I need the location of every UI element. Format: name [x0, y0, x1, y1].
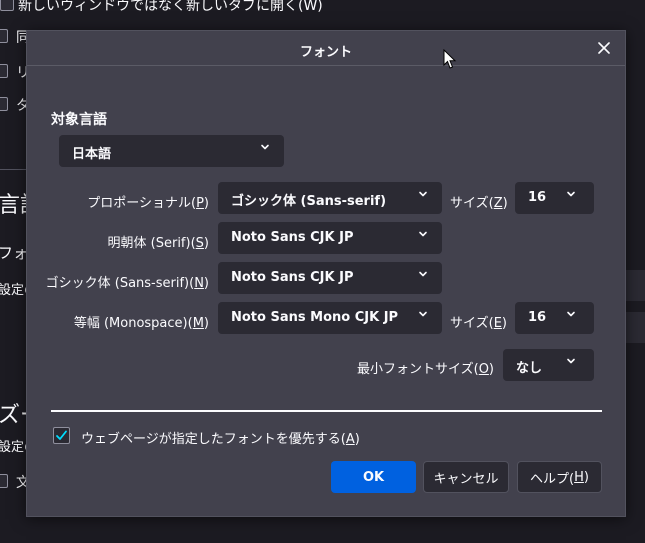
min-font-size-select[interactable]: なし — [503, 349, 594, 381]
chevron-down-icon — [567, 311, 575, 317]
dialog-header: フォント — [27, 31, 625, 66]
chevron-down-icon — [261, 144, 269, 150]
proportional-size-value: 16 — [528, 190, 547, 205]
ok-button[interactable]: OK — [331, 461, 416, 493]
language-select[interactable]: 日本語 — [59, 135, 284, 167]
close-button[interactable] — [593, 37, 615, 59]
serif-select-value: Noto Sans CJK JP — [231, 230, 354, 245]
monospace-size-select[interactable]: 16 — [515, 302, 594, 334]
fonts-dialog: フォント 対象言語 日本語 プロポーショナル(P) ゴシック体 (Sans-se… — [26, 30, 626, 517]
bg-field — [626, 270, 645, 301]
mouse-pointer-icon — [443, 49, 457, 69]
dialog-divider — [51, 410, 602, 412]
bg-divider — [0, 169, 26, 170]
checkmark-icon — [56, 430, 67, 440]
bg-checkbox — [0, 97, 8, 111]
bg-checkbox — [0, 0, 14, 11]
section-title-language: 対象言語 — [51, 112, 107, 128]
cancel-button[interactable]: キャンセル — [423, 461, 509, 493]
chevron-down-icon — [419, 231, 427, 237]
proportional-label: プロポーショナル(P) — [87, 196, 209, 211]
monospace-label: 等幅 (Monospace)(M) — [73, 316, 209, 331]
language-select-value: 日本語 — [72, 147, 112, 162]
bg-field — [626, 312, 645, 343]
close-icon — [598, 42, 610, 54]
help-button[interactable]: ヘルプ(H) — [517, 461, 602, 493]
chevron-down-icon — [419, 191, 427, 197]
sans-serif-select-value: Noto Sans CJK JP — [231, 270, 354, 285]
monospace-select-value: Noto Sans Mono CJK JP — [231, 310, 399, 325]
bg-option-label: 新しいウィンドウではなく新しいタブに開く(W) — [18, 0, 323, 14]
min-font-size-value: なし — [516, 361, 543, 376]
allow-page-fonts-label[interactable]: ウェブページが指定したフォントを優先する(A) — [81, 428, 360, 447]
dialog-title: フォント — [299, 45, 352, 60]
min-font-size-label: 最小フォントサイズ(O) — [357, 362, 494, 377]
proportional-size-label: サイズ(Z) — [450, 196, 508, 211]
bg-subheading: フォ — [0, 244, 29, 262]
chevron-down-icon — [567, 358, 575, 364]
chevron-down-icon — [419, 311, 427, 317]
sans-serif-label: ゴシック体 (Sans-serif)(N) — [45, 276, 209, 291]
sans-serif-select[interactable]: Noto Sans CJK JP — [218, 262, 442, 294]
serif-label: 明朝体 (Serif)(S) — [107, 236, 209, 251]
bg-checkbox — [0, 29, 8, 43]
bg-checkbox — [0, 474, 8, 488]
allow-page-fonts-checkbox[interactable] — [53, 427, 70, 444]
proportional-select[interactable]: ゴシック体 (Sans-serif) — [218, 182, 442, 214]
chevron-down-icon — [567, 191, 575, 197]
monospace-size-value: 16 — [528, 310, 547, 325]
chevron-down-icon — [419, 271, 427, 277]
bg-checkbox — [0, 64, 8, 78]
serif-select[interactable]: Noto Sans CJK JP — [218, 222, 442, 254]
proportional-size-select[interactable]: 16 — [515, 182, 594, 214]
monospace-select[interactable]: Noto Sans Mono CJK JP — [218, 302, 442, 334]
proportional-select-value: ゴシック体 (Sans-serif) — [231, 194, 387, 209]
monospace-size-label: サイズ(E) — [450, 316, 507, 331]
